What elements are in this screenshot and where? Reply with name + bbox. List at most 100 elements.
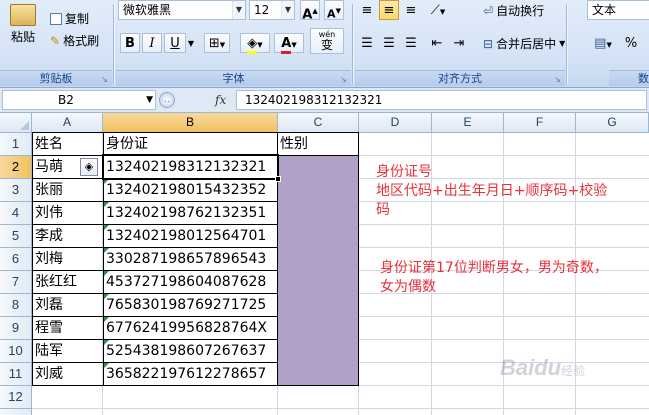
font-name-value: 微软雅黑	[123, 3, 172, 17]
cell-b10[interactable]: 525438198607267637	[103, 339, 278, 363]
row-header-7[interactable]: 7	[0, 271, 32, 294]
cell-a9[interactable]: 程雪	[32, 316, 104, 340]
fill-color-button[interactable]: ◈▼	[240, 33, 270, 54]
column-header-c[interactable]: C	[278, 113, 359, 133]
align-right-button[interactable]: ☰	[401, 33, 421, 53]
font-color-button[interactable]: A▼	[274, 33, 304, 54]
font-size-select[interactable]: 12 ▼	[249, 0, 295, 20]
grow-font-button[interactable]: A▲	[300, 0, 320, 22]
row-header-11[interactable]: 11	[0, 363, 32, 386]
column-header-f[interactable]: F	[504, 113, 576, 133]
align-top-button[interactable]: ≡	[357, 0, 377, 20]
cell-a11[interactable]: 刘威	[32, 362, 104, 386]
cell-a3[interactable]: 张丽	[32, 178, 104, 202]
row-header-2[interactable]: 2	[0, 156, 32, 179]
cell-b4[interactable]: 132402198762132351	[103, 201, 278, 225]
format-painter-label: 格式刷	[63, 34, 100, 48]
paste-label: 粘贴	[10, 30, 35, 44]
row-header-8[interactable]: 8	[0, 294, 32, 317]
cell-b11[interactable]: 365822197612278657	[103, 362, 278, 386]
row-header-4[interactable]: 4	[0, 202, 32, 225]
phonetic-button[interactable]: wén 变	[310, 28, 344, 54]
watermark-sub: 经验	[561, 364, 586, 378]
cell-a4[interactable]: 刘伟	[32, 201, 104, 225]
align-middle-button[interactable]: ≡	[379, 0, 399, 20]
formula-input[interactable]: 132402198312132321	[236, 90, 647, 110]
row-header-13[interactable]: 13	[0, 409, 32, 415]
align-bottom-button[interactable]: ≡	[401, 0, 421, 20]
gridline	[32, 408, 649, 409]
merge-center-button[interactable]: ⊟ 合并后居中 ▼	[483, 35, 565, 52]
cell-b7[interactable]: 453727198604087628	[103, 270, 278, 294]
underline-dropdown-icon[interactable]: ▼	[186, 33, 196, 53]
number-group: 文本 ▤▼ % 数字	[569, 0, 649, 88]
font-name-select[interactable]: 微软雅黑 ▼	[118, 0, 246, 20]
percent-button[interactable]: %	[621, 33, 641, 53]
error-indicator-icon	[104, 225, 109, 230]
resize-handle-icon[interactable]: ‥	[159, 92, 175, 108]
column-header-g[interactable]: G	[576, 113, 649, 133]
row-header-9[interactable]: 9	[0, 317, 32, 340]
cell-value: 132402198012564701	[106, 228, 267, 244]
format-painter-button[interactable]: ✎ 格式刷	[50, 32, 99, 49]
error-indicator-icon	[104, 340, 109, 345]
column-header-a[interactable]: A	[32, 113, 103, 133]
currency-icon: ▤	[594, 36, 607, 51]
number-format-value: 文本	[592, 3, 617, 17]
decrease-indent-button[interactable]: ⇤	[427, 33, 447, 53]
increase-indent-button[interactable]: ⇥	[449, 33, 469, 53]
accounting-format-button[interactable]: ▤▼	[589, 33, 617, 53]
fill-bucket-icon: ◈	[247, 36, 258, 54]
insert-function-button[interactable]: fx	[215, 90, 226, 110]
cell-b2[interactable]: 132402198312132321	[103, 155, 278, 179]
wrap-text-button[interactable]: ⏎ 自动换行	[483, 2, 544, 19]
column-header-e[interactable]: E	[432, 113, 504, 133]
cell-c1[interactable]: 性别	[277, 132, 359, 156]
column-header-b[interactable]: B	[103, 113, 278, 133]
cell-a5[interactable]: 李成	[32, 224, 104, 248]
italic-button[interactable]: I	[142, 33, 162, 53]
merge-center-label: 合并后居中	[496, 37, 557, 51]
cell-b5[interactable]: 132402198012564701	[103, 224, 278, 248]
wrap-text-label: 自动换行	[496, 4, 545, 18]
alignment-launcher-icon[interactable]: ↘	[553, 75, 562, 84]
cell-a6[interactable]: 刘梅	[32, 247, 104, 271]
paste-icon	[10, 4, 36, 26]
cell-b9[interactable]: 67762419956828764X	[103, 316, 278, 340]
row-header-1[interactable]: 1	[0, 133, 32, 156]
chevron-down-icon: ▼	[559, 39, 566, 48]
name-box[interactable]: B2 ▼	[2, 90, 156, 110]
underline-button[interactable]: U	[164, 33, 186, 53]
cell-b1[interactable]: 身份证	[103, 132, 278, 156]
row-header-5[interactable]: 5	[0, 225, 32, 248]
cell-a10[interactable]: 陆军	[32, 339, 104, 363]
font-launcher-icon[interactable]: ↘	[339, 75, 348, 84]
row-header-12[interactable]: 12	[0, 386, 32, 409]
cell-b8[interactable]: 765830198769271725	[103, 293, 278, 317]
borders-button[interactable]: ⊞▼	[204, 33, 230, 53]
row-header-3[interactable]: 3	[0, 179, 32, 202]
clipboard-launcher-icon[interactable]: ↘	[100, 75, 109, 84]
cell-b6[interactable]: 330287198657896543	[103, 247, 278, 271]
number-format-select[interactable]: 文本	[587, 0, 649, 20]
row-header-10[interactable]: 10	[0, 340, 32, 363]
cell-a7[interactable]: 张红红	[32, 270, 104, 294]
bold-button[interactable]: B	[120, 33, 140, 53]
align-left-button[interactable]: ☰	[357, 33, 377, 53]
copy-button[interactable]: 复制	[50, 10, 89, 27]
align-center-button[interactable]: ☰	[379, 33, 399, 53]
row-header-6[interactable]: 6	[0, 248, 32, 271]
gender-fill-range[interactable]	[277, 155, 359, 386]
chevron-down-icon: ▼	[281, 1, 294, 19]
cell-value: 132402198015432352	[106, 182, 267, 198]
select-all-button[interactable]	[0, 113, 32, 133]
shrink-font-button[interactable]: A▼	[324, 0, 344, 21]
cell-a1[interactable]: 姓名	[32, 132, 104, 156]
clipboard-group-label: 剪贴板	[0, 70, 112, 86]
orientation-button[interactable]: ⟋▼	[425, 0, 451, 20]
column-header-d[interactable]: D	[359, 113, 432, 133]
cell-a8[interactable]: 刘磊	[32, 293, 104, 317]
cell-b3[interactable]: 132402198015432352	[103, 178, 278, 202]
error-smart-tag-icon[interactable]: ◈	[80, 158, 98, 176]
paste-button[interactable]: 粘贴	[4, 4, 42, 45]
